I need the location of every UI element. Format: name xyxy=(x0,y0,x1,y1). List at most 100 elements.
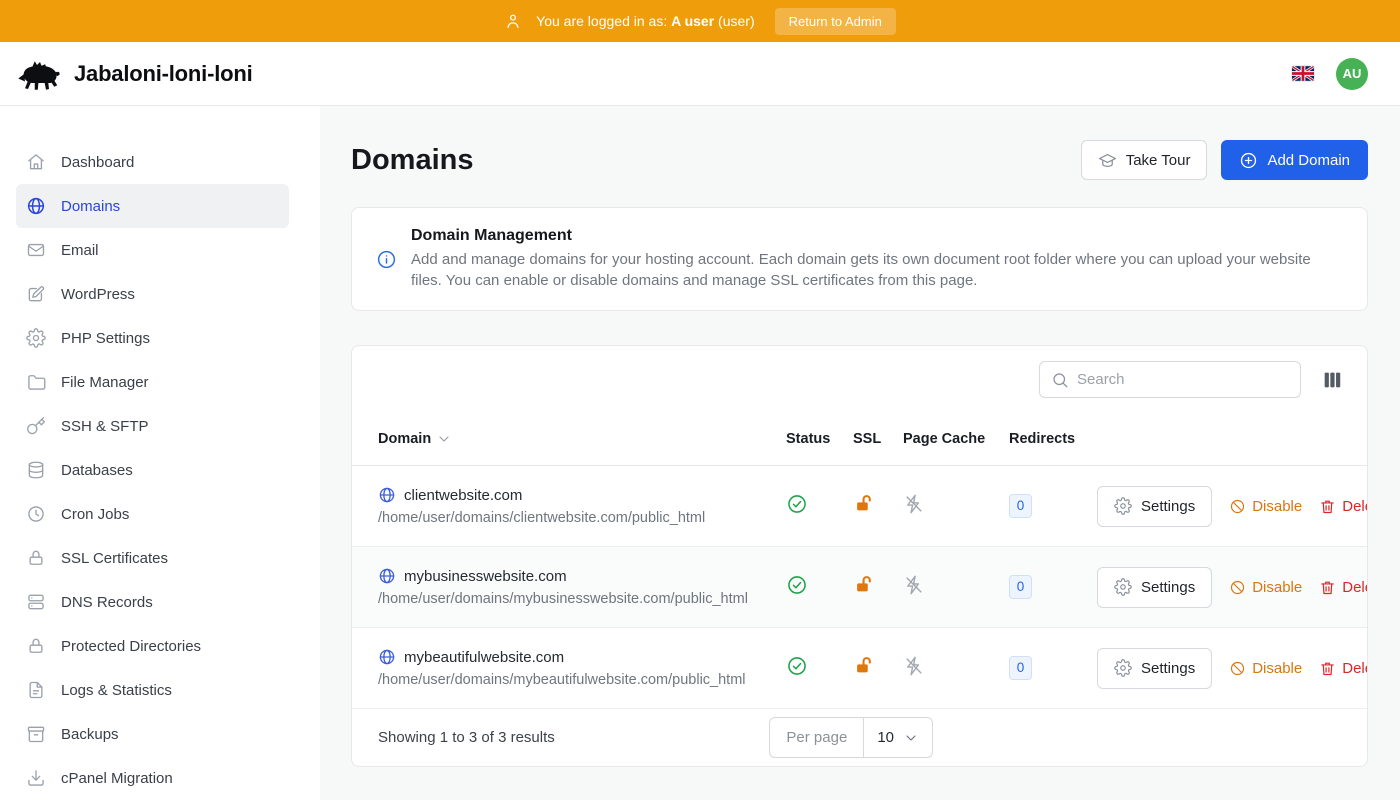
sidebar-item-label: WordPress xyxy=(61,286,135,303)
globe-icon xyxy=(26,196,46,216)
page-header-actions: Take Tour Add Domain xyxy=(1081,140,1368,180)
per-page-select[interactable]: 10 xyxy=(864,718,932,757)
column-header-redirects: Redirects xyxy=(1009,431,1097,447)
ssl-unlocked-icon xyxy=(853,493,875,515)
add-domain-button[interactable]: Add Domain xyxy=(1221,140,1368,180)
disable-button[interactable]: Disable xyxy=(1229,579,1302,596)
column-header-status: Status xyxy=(786,431,853,447)
return-to-admin-button[interactable]: Return to Admin xyxy=(775,8,896,35)
table-row: mybeautifulwebsite.com /home/user/domain… xyxy=(352,628,1367,709)
sidebar-item-label: Email xyxy=(61,242,99,259)
delete-button[interactable]: Delete xyxy=(1319,579,1368,596)
layout: Dashboard Domains Email WordPress PHP Se… xyxy=(0,106,1400,800)
sidebar-item-label: SSH & SFTP xyxy=(61,418,149,435)
sidebar-item-databases[interactable]: Databases xyxy=(16,448,289,492)
page-cache-off-icon xyxy=(903,655,925,677)
impersonation-banner: You are logged in as: A user (user) Retu… xyxy=(0,0,1400,42)
domain-name[interactable]: mybeautifulwebsite.com xyxy=(404,649,564,666)
sidebar-item-label: cPanel Migration xyxy=(61,770,173,787)
ssl-unlocked-icon xyxy=(853,574,875,596)
delete-button[interactable]: Delete xyxy=(1319,498,1368,515)
key-icon xyxy=(26,416,46,436)
sidebar-item-label: File Manager xyxy=(61,374,149,391)
sidebar-item-file-manager[interactable]: File Manager xyxy=(16,360,289,404)
sidebar-item-cron-jobs[interactable]: Cron Jobs xyxy=(16,492,289,536)
sidebar-item-email[interactable]: Email xyxy=(16,228,289,272)
user-icon xyxy=(504,12,522,30)
column-label: Page Cache xyxy=(903,431,985,447)
redirects-count-badge[interactable]: 0 xyxy=(1009,575,1032,599)
domain-management-info-box: Domain Management Add and manage domains… xyxy=(351,207,1368,311)
delete-label: Delete xyxy=(1342,498,1368,515)
status-enabled-check-icon xyxy=(786,493,808,515)
file-text-icon xyxy=(26,680,46,700)
disable-label: Disable xyxy=(1252,660,1302,677)
search-input[interactable] xyxy=(1077,371,1289,388)
column-label: SSL xyxy=(853,431,881,447)
sort-chevron-down-icon xyxy=(436,431,452,447)
sidebar-item-backups[interactable]: Backups xyxy=(16,712,289,756)
sidebar-item-php-settings[interactable]: PHP Settings xyxy=(16,316,289,360)
sidebar-item-dns-records[interactable]: DNS Records xyxy=(16,580,289,624)
ban-icon xyxy=(1229,498,1246,515)
brand-home-link[interactable]: Jabaloni-loni-loni xyxy=(16,56,253,92)
sidebar-item-label: Protected Directories xyxy=(61,638,201,655)
domain-name[interactable]: clientwebsite.com xyxy=(404,487,522,504)
search-icon xyxy=(1051,371,1069,389)
column-label: Domain xyxy=(378,431,431,447)
disable-button[interactable]: Disable xyxy=(1229,660,1302,677)
globe-icon xyxy=(378,648,396,666)
impersonated-user-name: A user xyxy=(671,13,714,29)
columns-icon xyxy=(1321,369,1343,391)
clock-icon xyxy=(26,504,46,524)
sidebar-item-dashboard[interactable]: Dashboard xyxy=(16,140,289,184)
redirects-count-badge[interactable]: 0 xyxy=(1009,656,1032,680)
gear-icon xyxy=(1114,659,1132,677)
sidebar-item-domains[interactable]: Domains xyxy=(16,184,289,228)
document-root-path: /home/user/domains/mybusinesswebsite.com… xyxy=(378,591,786,607)
column-header-ssl: SSL xyxy=(853,431,903,447)
ban-icon xyxy=(1229,660,1246,677)
trash-icon xyxy=(1319,579,1336,596)
sidebar-item-logs-statistics[interactable]: Logs & Statistics xyxy=(16,668,289,712)
row-actions: Settings Disable Delete xyxy=(1097,567,1368,608)
table-row: clientwebsite.com /home/user/domains/cli… xyxy=(352,466,1367,547)
delete-label: Delete xyxy=(1342,579,1368,596)
user-avatar[interactable]: AU xyxy=(1336,58,1368,90)
add-domain-label: Add Domain xyxy=(1267,152,1350,169)
brand-name: Jabaloni-loni-loni xyxy=(74,61,253,87)
sidebar-item-ssl-certificates[interactable]: SSL Certificates xyxy=(16,536,289,580)
globe-icon xyxy=(378,486,396,504)
sidebar-item-ssh-sftp[interactable]: SSH & SFTP xyxy=(16,404,289,448)
disable-label: Disable xyxy=(1252,579,1302,596)
domain-cell: mybusinesswebsite.com /home/user/domains… xyxy=(378,567,786,607)
settings-button[interactable]: Settings xyxy=(1097,486,1212,527)
take-tour-label: Take Tour xyxy=(1126,152,1191,169)
page-cache-off-icon xyxy=(903,493,925,515)
lock-icon xyxy=(26,548,46,568)
settings-button[interactable]: Settings xyxy=(1097,648,1212,689)
column-header-domain[interactable]: Domain xyxy=(378,431,786,447)
gear-icon xyxy=(1114,578,1132,596)
sidebar-item-protected-directories[interactable]: Protected Directories xyxy=(16,624,289,668)
redirects-count-badge[interactable]: 0 xyxy=(1009,494,1032,518)
language-flag-icon[interactable] xyxy=(1292,66,1314,81)
sidebar-item-label: Databases xyxy=(61,462,133,479)
delete-button[interactable]: Delete xyxy=(1319,660,1368,677)
column-picker-button[interactable] xyxy=(1321,369,1343,391)
info-title: Domain Management xyxy=(411,227,1343,245)
column-label: Status xyxy=(786,431,830,447)
impersonation-prefix: You are logged in as: xyxy=(536,13,667,29)
table-row: mybusinesswebsite.com /home/user/domains… xyxy=(352,547,1367,628)
sidebar-item-cpanel-migration[interactable]: cPanel Migration xyxy=(16,756,289,800)
boar-logo-icon xyxy=(16,56,64,92)
sidebar-item-wordpress[interactable]: WordPress xyxy=(16,272,289,316)
folder-icon xyxy=(26,372,46,392)
take-tour-button[interactable]: Take Tour xyxy=(1081,140,1208,180)
trash-icon xyxy=(1319,498,1336,515)
edit-icon xyxy=(26,284,46,304)
table-header-row: Domain Status SSL Page Cache Redirects xyxy=(352,413,1367,466)
disable-button[interactable]: Disable xyxy=(1229,498,1302,515)
settings-button[interactable]: Settings xyxy=(1097,567,1212,608)
domain-name[interactable]: mybusinesswebsite.com xyxy=(404,568,567,585)
